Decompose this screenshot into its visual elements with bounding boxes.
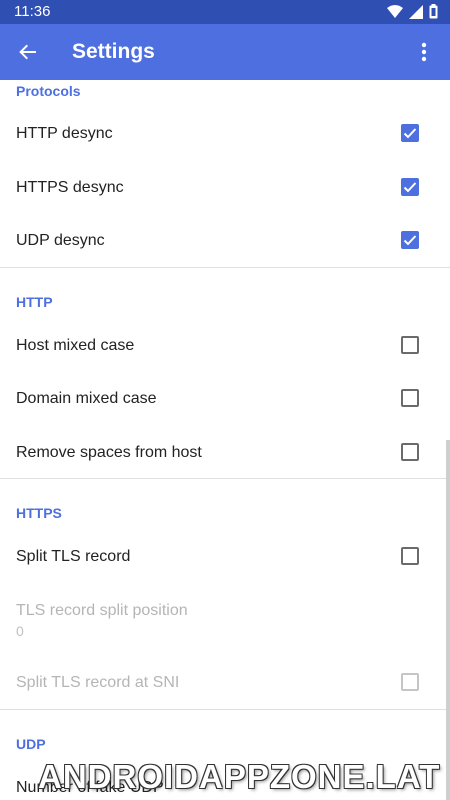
check-icon [403, 128, 417, 139]
wifi-icon [387, 4, 403, 24]
check-icon [403, 235, 417, 246]
battery-icon [429, 4, 438, 24]
pref-title: Host mixed case [16, 337, 135, 354]
checkbox-split-tls-at-sni [401, 673, 419, 691]
section-header-https: HTTPS [16, 505, 62, 521]
settings-list[interactable]: Protocols HTTP desync HTTPS desync UDP d… [0, 80, 450, 800]
scrollbar[interactable] [446, 440, 450, 800]
page-title: Settings [72, 40, 155, 63]
section-header-udp: UDP [16, 736, 46, 752]
status-bar: 11:36 [0, 0, 450, 24]
back-button[interactable] [12, 36, 44, 68]
status-icons [387, 4, 438, 24]
checkbox-http-desync[interactable] [401, 124, 419, 142]
pref-title: TLS record split position [16, 602, 188, 619]
check-icon [403, 182, 417, 193]
signal-icon [409, 4, 423, 24]
checkbox-remove-spaces-from-host[interactable] [401, 443, 419, 461]
app-bar: Settings [0, 24, 450, 80]
watermark: ANDROIDAPPZONE.LAT [38, 758, 441, 795]
pref-title: UDP desync [16, 232, 105, 249]
checkbox-domain-mixed-case[interactable] [401, 389, 419, 407]
section-divider [0, 478, 450, 479]
section-header-http: HTTP [16, 294, 53, 310]
pref-summary: 0 [16, 623, 24, 639]
section-divider [0, 709, 450, 710]
pref-title: Split TLS record at SNI [16, 674, 180, 691]
section-divider [0, 267, 450, 268]
checkbox-split-tls-record[interactable] [401, 547, 419, 565]
arrow-left-icon [19, 44, 36, 60]
pref-http-desync[interactable]: HTTP desync [0, 106, 450, 159]
pref-title: Remove spaces from host [16, 444, 202, 461]
pref-split-tls-at-sni: Split TLS record at SNI [0, 655, 450, 708]
checkbox-udp-desync[interactable] [401, 231, 419, 249]
pref-title: Domain mixed case [16, 390, 157, 407]
pref-title: Split TLS record [16, 548, 131, 565]
overflow-menu-button[interactable] [408, 36, 440, 68]
pref-domain-mixed-case[interactable]: Domain mixed case [0, 371, 450, 424]
pref-title: HTTP desync [16, 125, 113, 142]
checkbox-https-desync[interactable] [401, 178, 419, 196]
pref-remove-spaces-from-host[interactable]: Remove spaces from host [0, 425, 450, 478]
pref-title: HTTPS desync [16, 179, 124, 196]
pref-host-mixed-case[interactable]: Host mixed case [0, 318, 450, 371]
more-vert-icon [421, 42, 427, 62]
pref-https-desync[interactable]: HTTPS desync [0, 160, 450, 213]
pref-udp-desync[interactable]: UDP desync [0, 213, 450, 266]
pref-split-tls-record[interactable]: Split TLS record [0, 530, 450, 583]
pref-tls-split-position: TLS record split position 0 [0, 585, 450, 643]
checkbox-host-mixed-case[interactable] [401, 336, 419, 354]
status-time: 11:36 [14, 3, 51, 20]
section-header-protocols: Protocols [16, 83, 81, 99]
